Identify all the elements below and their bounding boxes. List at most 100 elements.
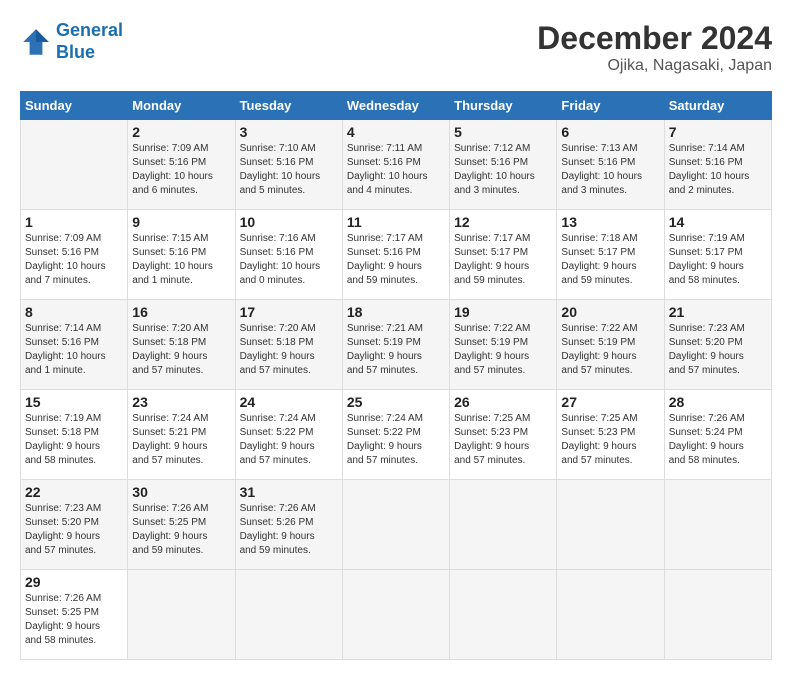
day-info: Sunrise: 7:09 AM Sunset: 5:16 PM Dayligh… bbox=[25, 232, 123, 288]
calendar-week-row: 8 Sunrise: 7:14 AM Sunset: 5:16 PM Daylig… bbox=[21, 300, 772, 390]
table-row: 21 Sunrise: 7:23 AM Sunset: 5:20 PM Dayli… bbox=[664, 300, 771, 390]
table-row bbox=[557, 570, 664, 660]
col-monday: Monday bbox=[128, 92, 235, 120]
day-number: 21 bbox=[669, 304, 767, 320]
day-info: Sunrise: 7:22 AM Sunset: 5:19 PM Dayligh… bbox=[454, 322, 552, 378]
day-info: Sunrise: 7:22 AM Sunset: 5:19 PM Dayligh… bbox=[561, 322, 659, 378]
table-row: 16 Sunrise: 7:20 AM Sunset: 5:18 PM Dayli… bbox=[128, 300, 235, 390]
table-row: 3Sunrise: 7:10 AM Sunset: 5:16 PM Daylig… bbox=[235, 120, 342, 210]
day-info: Sunrise: 7:26 AM Sunset: 5:25 PM Dayligh… bbox=[132, 502, 230, 558]
col-friday: Friday bbox=[557, 92, 664, 120]
day-number: 26 bbox=[454, 394, 552, 410]
day-number: 10 bbox=[240, 214, 338, 230]
calendar-week-row: 1Sunrise: 7:09 AM Sunset: 5:16 PM Daylig… bbox=[21, 210, 772, 300]
day-number: 9 bbox=[132, 214, 230, 230]
calendar-week-row: 29 Sunrise: 7:26 AM Sunset: 5:25 PM Dayli… bbox=[21, 570, 772, 660]
day-number: 25 bbox=[347, 394, 445, 410]
day-info: Sunrise: 7:19 AM Sunset: 5:17 PM Dayligh… bbox=[669, 232, 767, 288]
day-info: Sunrise: 7:26 AM Sunset: 5:24 PM Dayligh… bbox=[669, 412, 767, 468]
day-number: 15 bbox=[25, 394, 123, 410]
table-row: 27Sunrise: 7:25 AM Sunset: 5:23 PM Dayli… bbox=[557, 390, 664, 480]
month-title: December 2024 bbox=[537, 20, 772, 57]
day-info: Sunrise: 7:14 AM Sunset: 5:16 PM Dayligh… bbox=[25, 322, 123, 378]
table-row: 24 Sunrise: 7:24 AM Sunset: 5:22 PM Dayli… bbox=[235, 390, 342, 480]
table-row: 19Sunrise: 7:22 AM Sunset: 5:19 PM Dayli… bbox=[450, 300, 557, 390]
day-info: Sunrise: 7:25 AM Sunset: 5:23 PM Dayligh… bbox=[454, 412, 552, 468]
day-number: 8 bbox=[25, 304, 123, 320]
col-sunday: Sunday bbox=[21, 92, 128, 120]
table-row: 26 Sunrise: 7:25 AM Sunset: 5:23 PM Dayli… bbox=[450, 390, 557, 480]
day-info: Sunrise: 7:23 AM Sunset: 5:20 PM Dayligh… bbox=[25, 502, 123, 558]
day-number: 17 bbox=[240, 304, 338, 320]
day-number: 11 bbox=[347, 214, 445, 230]
logo-icon bbox=[20, 26, 52, 58]
day-info: Sunrise: 7:13 AM Sunset: 5:16 PM Dayligh… bbox=[561, 142, 659, 198]
table-row: 22 Sunrise: 7:23 AM Sunset: 5:20 PM Dayli… bbox=[21, 480, 128, 570]
day-number: 20 bbox=[561, 304, 659, 320]
day-number: 23 bbox=[132, 394, 230, 410]
table-row: 10 Sunrise: 7:16 AM Sunset: 5:16 PM Dayli… bbox=[235, 210, 342, 300]
calendar-week-row: 15 Sunrise: 7:19 AM Sunset: 5:18 PM Dayli… bbox=[21, 390, 772, 480]
day-info: Sunrise: 7:24 AM Sunset: 5:22 PM Dayligh… bbox=[240, 412, 338, 468]
day-number: 18 bbox=[347, 304, 445, 320]
day-info: Sunrise: 7:24 AM Sunset: 5:22 PM Dayligh… bbox=[347, 412, 445, 468]
day-number: 30 bbox=[132, 484, 230, 500]
table-row bbox=[664, 570, 771, 660]
table-row bbox=[557, 480, 664, 570]
table-row: 23 Sunrise: 7:24 AM Sunset: 5:21 PM Dayli… bbox=[128, 390, 235, 480]
day-info: Sunrise: 7:19 AM Sunset: 5:18 PM Dayligh… bbox=[25, 412, 123, 468]
table-row: 15 Sunrise: 7:19 AM Sunset: 5:18 PM Dayli… bbox=[21, 390, 128, 480]
logo-line1: General bbox=[56, 20, 123, 40]
day-number: 29 bbox=[25, 574, 123, 590]
day-number: 31 bbox=[240, 484, 338, 500]
table-row: 9 Sunrise: 7:15 AM Sunset: 5:16 PM Daylig… bbox=[128, 210, 235, 300]
day-info: Sunrise: 7:24 AM Sunset: 5:21 PM Dayligh… bbox=[132, 412, 230, 468]
day-number: 14 bbox=[669, 214, 767, 230]
day-number: 16 bbox=[132, 304, 230, 320]
day-info: Sunrise: 7:12 AM Sunset: 5:16 PM Dayligh… bbox=[454, 142, 552, 198]
day-info: Sunrise: 7:26 AM Sunset: 5:25 PM Dayligh… bbox=[25, 592, 123, 648]
table-row: 6Sunrise: 7:13 AM Sunset: 5:16 PM Daylig… bbox=[557, 120, 664, 210]
day-info: Sunrise: 7:26 AM Sunset: 5:26 PM Dayligh… bbox=[240, 502, 338, 558]
day-number: 24 bbox=[240, 394, 338, 410]
table-row: 17 Sunrise: 7:20 AM Sunset: 5:18 PM Dayli… bbox=[235, 300, 342, 390]
calendar-header-row: Sunday Monday Tuesday Wednesday Thursday… bbox=[21, 92, 772, 120]
page-header: General Blue December 2024 Ojika, Nagasa… bbox=[20, 20, 772, 75]
table-row: 25 Sunrise: 7:24 AM Sunset: 5:22 PM Dayli… bbox=[342, 390, 449, 480]
day-number: 22 bbox=[25, 484, 123, 500]
table-row bbox=[450, 480, 557, 570]
day-info: Sunrise: 7:23 AM Sunset: 5:20 PM Dayligh… bbox=[669, 322, 767, 378]
table-row: 12Sunrise: 7:17 AM Sunset: 5:17 PM Dayli… bbox=[450, 210, 557, 300]
table-row bbox=[450, 570, 557, 660]
day-info: Sunrise: 7:15 AM Sunset: 5:16 PM Dayligh… bbox=[132, 232, 230, 288]
table-row: 8 Sunrise: 7:14 AM Sunset: 5:16 PM Daylig… bbox=[21, 300, 128, 390]
location: Ojika, Nagasaki, Japan bbox=[537, 57, 772, 75]
day-info: Sunrise: 7:25 AM Sunset: 5:23 PM Dayligh… bbox=[561, 412, 659, 468]
table-row: 20 Sunrise: 7:22 AM Sunset: 5:19 PM Dayli… bbox=[557, 300, 664, 390]
day-info: Sunrise: 7:17 AM Sunset: 5:16 PM Dayligh… bbox=[347, 232, 445, 288]
table-row: 30 Sunrise: 7:26 AM Sunset: 5:25 PM Dayli… bbox=[128, 480, 235, 570]
day-info: Sunrise: 7:16 AM Sunset: 5:16 PM Dayligh… bbox=[240, 232, 338, 288]
day-info: Sunrise: 7:11 AM Sunset: 5:16 PM Dayligh… bbox=[347, 142, 445, 198]
title-block: December 2024 Ojika, Nagasaki, Japan bbox=[537, 20, 772, 75]
calendar-week-row: 2Sunrise: 7:09 AM Sunset: 5:16 PM Daylig… bbox=[21, 120, 772, 210]
day-number: 12 bbox=[454, 214, 552, 230]
table-row: 5Sunrise: 7:12 AM Sunset: 5:16 PM Daylig… bbox=[450, 120, 557, 210]
table-row bbox=[235, 570, 342, 660]
day-info: Sunrise: 7:20 AM Sunset: 5:18 PM Dayligh… bbox=[240, 322, 338, 378]
day-info: Sunrise: 7:18 AM Sunset: 5:17 PM Dayligh… bbox=[561, 232, 659, 288]
table-row bbox=[342, 480, 449, 570]
table-row bbox=[664, 480, 771, 570]
table-row: 28Sunrise: 7:26 AM Sunset: 5:24 PM Dayli… bbox=[664, 390, 771, 480]
calendar-week-row: 22 Sunrise: 7:23 AM Sunset: 5:20 PM Dayli… bbox=[21, 480, 772, 570]
col-tuesday: Tuesday bbox=[235, 92, 342, 120]
col-thursday: Thursday bbox=[450, 92, 557, 120]
day-info: Sunrise: 7:20 AM Sunset: 5:18 PM Dayligh… bbox=[132, 322, 230, 378]
day-number: 4 bbox=[347, 124, 445, 140]
logo-line2: Blue bbox=[56, 42, 95, 62]
table-row: 1Sunrise: 7:09 AM Sunset: 5:16 PM Daylig… bbox=[21, 210, 128, 300]
day-number: 7 bbox=[669, 124, 767, 140]
table-row: 18 Sunrise: 7:21 AM Sunset: 5:19 PM Dayli… bbox=[342, 300, 449, 390]
col-saturday: Saturday bbox=[664, 92, 771, 120]
day-info: Sunrise: 7:21 AM Sunset: 5:19 PM Dayligh… bbox=[347, 322, 445, 378]
